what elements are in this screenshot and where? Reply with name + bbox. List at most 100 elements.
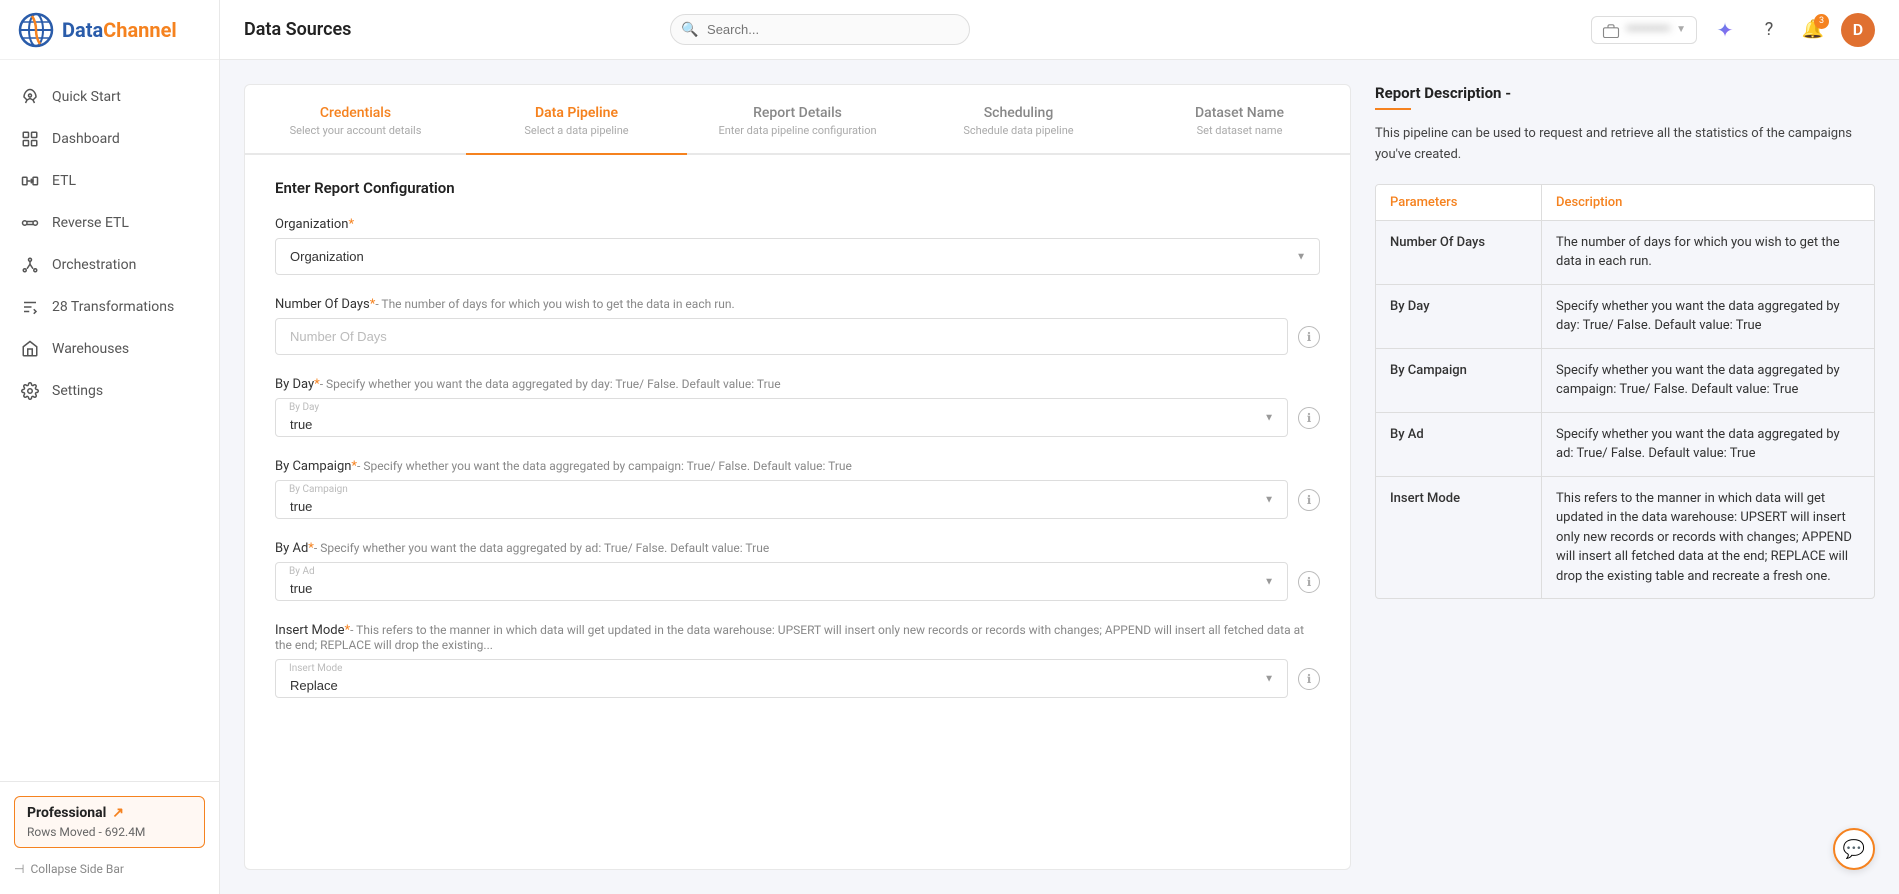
account-name: •••••••••• bbox=[1626, 22, 1670, 37]
sidebar-item-transformations[interactable]: 28 Transformations bbox=[0, 286, 219, 328]
sidebar-item-label-dashboard: Dashboard bbox=[52, 131, 120, 147]
description-table: Parameters Description Number Of Days Th… bbox=[1375, 184, 1875, 600]
sidebar-item-orchestration[interactable]: Orchestration bbox=[0, 244, 219, 286]
table-row: By Ad Specify whether you want the data … bbox=[1376, 413, 1874, 477]
form-group-by-ad: By Ad*- Specify whether you want the dat… bbox=[275, 541, 1320, 601]
by-day-row: By Day true false ℹ bbox=[275, 398, 1320, 437]
account-selector[interactable]: •••••••••• ▼ bbox=[1591, 16, 1697, 44]
by-day-label: By Day*- Specify whether you want the da… bbox=[275, 377, 1320, 392]
organization-select-wrap: Organization bbox=[275, 238, 1320, 275]
account-chevron-icon: ▼ bbox=[1676, 24, 1686, 35]
sidebar-item-label-etl: ETL bbox=[52, 173, 76, 189]
notifications-button[interactable]: 🔔 3 bbox=[1797, 14, 1829, 46]
chat-icon: 💬 bbox=[1843, 839, 1865, 860]
table-cell-desc-4: This refers to the manner in which data … bbox=[1542, 477, 1874, 599]
wizard-step-dataset-name-title: Dataset Name bbox=[1129, 105, 1350, 121]
insert-mode-select[interactable]: Replace UPSERT APPEND bbox=[275, 659, 1288, 698]
number-of-days-input[interactable] bbox=[275, 318, 1288, 355]
sidebar-item-reverse-etl[interactable]: Reverse ETL bbox=[0, 202, 219, 244]
search-icon: 🔍 bbox=[681, 22, 698, 38]
sidebar-item-label-reverse-etl: Reverse ETL bbox=[52, 215, 129, 231]
wizard-step-data-pipeline-subtitle: Select a data pipeline bbox=[466, 124, 687, 137]
by-ad-select[interactable]: true false bbox=[275, 562, 1288, 601]
header: Data Sources 🔍 •••••••••• ▼ ✦ ? 🔔 bbox=[220, 0, 1899, 60]
table-row: Insert Mode This refers to the manner in… bbox=[1376, 477, 1874, 599]
chat-button[interactable]: 💬 bbox=[1833, 828, 1875, 870]
sidebar-item-label-quick-start: Quick Start bbox=[52, 89, 121, 105]
table-cell-desc-1: Specify whether you want the data aggreg… bbox=[1542, 285, 1874, 348]
table-row: By Campaign Specify whether you want the… bbox=[1376, 349, 1874, 413]
by-ad-row: By Ad true false ℹ bbox=[275, 562, 1320, 601]
sidebar-item-settings[interactable]: Settings bbox=[0, 370, 219, 412]
sidebar-bottom: Professional ↗ Rows Moved - 692.4M ⊣ Col… bbox=[0, 781, 219, 894]
sidebar-item-label-transformations: 28 Transformations bbox=[52, 299, 174, 315]
organization-select[interactable]: Organization bbox=[275, 238, 1320, 275]
logo-icon bbox=[18, 12, 54, 48]
table-row: By Day Specify whether you want the data… bbox=[1376, 285, 1874, 349]
sidebar-item-dashboard[interactable]: Dashboard bbox=[0, 118, 219, 160]
table-cell-param-1: By Day bbox=[1376, 285, 1542, 348]
wizard-steps: Credentials Select your account details … bbox=[245, 85, 1350, 155]
sidebar-item-quick-start[interactable]: Quick Start bbox=[0, 76, 219, 118]
form-area: Enter Report Configuration Organization*… bbox=[245, 155, 1350, 744]
wizard-step-data-pipeline[interactable]: Data Pipeline Select a data pipeline bbox=[466, 105, 687, 153]
search-input[interactable] bbox=[670, 14, 970, 45]
plan-rows: Rows Moved - 692.4M bbox=[27, 825, 192, 839]
wizard-step-credentials-title: Credentials bbox=[245, 105, 466, 121]
insert-mode-info-icon[interactable]: ℹ bbox=[1298, 668, 1320, 690]
form-group-insert-mode: Insert Mode*- This refers to the manner … bbox=[275, 623, 1320, 698]
form-group-number-of-days: Number Of Days*- The number of days for … bbox=[275, 297, 1320, 355]
sidebar-item-warehouses[interactable]: Warehouses bbox=[0, 328, 219, 370]
warehouses-icon bbox=[20, 339, 40, 359]
form-group-organization: Organization* Organization bbox=[275, 217, 1320, 275]
organization-label: Organization* bbox=[275, 217, 1320, 232]
avatar[interactable]: D bbox=[1841, 13, 1875, 47]
wizard-step-dataset-name[interactable]: Dataset Name Set dataset name bbox=[1129, 105, 1350, 153]
by-day-info-icon[interactable]: ℹ bbox=[1298, 407, 1320, 429]
description-underline bbox=[1375, 108, 1411, 110]
table-header-parameters: Parameters bbox=[1376, 185, 1542, 220]
by-ad-label: By Ad*- Specify whether you want the dat… bbox=[275, 541, 1320, 556]
by-campaign-select[interactable]: true false bbox=[275, 480, 1288, 519]
description-table-header: Parameters Description bbox=[1376, 185, 1874, 221]
etl-icon bbox=[20, 171, 40, 191]
table-row: Number Of Days The number of days for wh… bbox=[1376, 221, 1874, 285]
notification-badge: 3 bbox=[1814, 14, 1829, 29]
plan-badge: Professional ↗ Rows Moved - 692.4M bbox=[14, 796, 205, 848]
table-cell-param-2: By Campaign bbox=[1376, 349, 1542, 412]
rocket-icon bbox=[20, 87, 40, 107]
sidebar-item-etl[interactable]: ETL bbox=[0, 160, 219, 202]
sparkle-icon: ✦ bbox=[1717, 18, 1734, 42]
logo-text: DataChannel bbox=[62, 18, 177, 42]
by-ad-info-icon[interactable]: ℹ bbox=[1298, 571, 1320, 593]
briefcase-icon bbox=[1602, 22, 1620, 38]
table-cell-desc-3: Specify whether you want the data aggreg… bbox=[1542, 413, 1874, 476]
form-panel: Credentials Select your account details … bbox=[244, 84, 1351, 870]
table-cell-param-0: Number Of Days bbox=[1376, 221, 1542, 284]
insert-mode-row: Insert Mode Replace UPSERT APPEND ℹ bbox=[275, 659, 1320, 698]
wizard-step-credentials[interactable]: Credentials Select your account details bbox=[245, 105, 466, 153]
wizard-step-report-details[interactable]: Report Details Enter data pipeline confi… bbox=[687, 105, 908, 153]
insert-mode-label: Insert Mode*- This refers to the manner … bbox=[275, 623, 1320, 653]
number-of-days-label: Number Of Days*- The number of days for … bbox=[275, 297, 1320, 312]
sidebar-item-label-warehouses: Warehouses bbox=[52, 341, 129, 357]
collapse-sidebar-button[interactable]: ⊣ Collapse Side Bar bbox=[14, 858, 205, 880]
table-cell-desc-0: The number of days for which you wish to… bbox=[1542, 221, 1874, 284]
ai-button[interactable]: ✦ bbox=[1709, 14, 1741, 46]
help-button[interactable]: ? bbox=[1753, 14, 1785, 46]
header-right: •••••••••• ▼ ✦ ? 🔔 3 D bbox=[1591, 13, 1875, 47]
by-campaign-info-icon[interactable]: ℹ bbox=[1298, 489, 1320, 511]
nav-items: Quick Start Dashboard bbox=[0, 60, 219, 781]
wizard-step-scheduling[interactable]: Scheduling Schedule data pipeline bbox=[908, 105, 1129, 153]
by-campaign-row: By Campaign true false ℹ bbox=[275, 480, 1320, 519]
number-of-days-info-icon[interactable]: ℹ bbox=[1298, 326, 1320, 348]
by-day-select[interactable]: true false bbox=[275, 398, 1288, 437]
transformations-icon bbox=[20, 297, 40, 317]
page-body: Credentials Select your account details … bbox=[220, 60, 1899, 894]
wizard-step-data-pipeline-title: Data Pipeline bbox=[466, 105, 687, 121]
wizard-step-report-details-subtitle: Enter data pipeline configuration bbox=[687, 124, 908, 137]
table-header-description: Description bbox=[1542, 185, 1874, 220]
logo-area: DataChannel bbox=[0, 0, 219, 60]
dashboard-icon bbox=[20, 129, 40, 149]
description-panel: Report Description - This pipeline can b… bbox=[1375, 84, 1875, 870]
